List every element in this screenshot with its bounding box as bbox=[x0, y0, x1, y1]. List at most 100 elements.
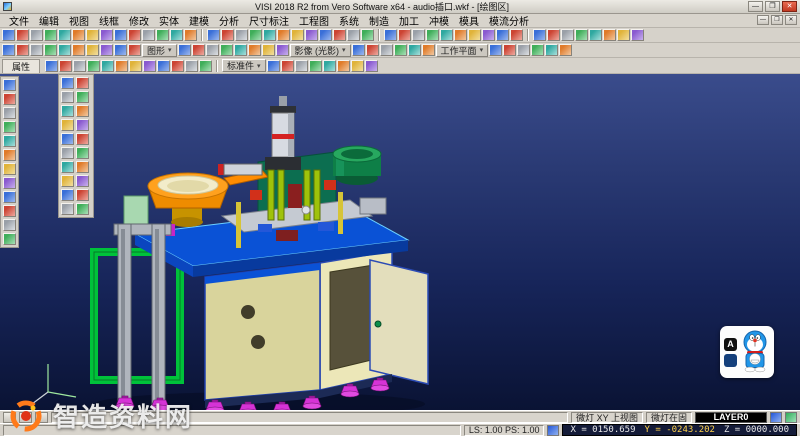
toolbar-icon[interactable] bbox=[319, 29, 332, 41]
toolbar-icon[interactable] bbox=[547, 29, 560, 41]
toolbar-icon[interactable] bbox=[426, 29, 439, 41]
toolbar-icon[interactable] bbox=[291, 29, 304, 41]
toolbar-icon[interactable] bbox=[517, 44, 530, 56]
toolbar-icon[interactable] bbox=[58, 44, 71, 56]
menu-item[interactable]: 文件 bbox=[4, 13, 34, 28]
toolbar-icon[interactable] bbox=[72, 44, 85, 56]
viewport-canvas[interactable]: A bbox=[0, 74, 800, 410]
active-view-field[interactable]: 微灯 XY 上视图 bbox=[571, 412, 643, 423]
menu-item[interactable]: 视图 bbox=[64, 13, 94, 28]
toolbar-icon[interactable] bbox=[408, 44, 421, 56]
toolbar-icon[interactable] bbox=[61, 147, 74, 159]
toolbar-icon[interactable] bbox=[61, 189, 74, 201]
toolbar-icon[interactable] bbox=[44, 44, 57, 56]
toolbar-icon[interactable] bbox=[3, 233, 16, 245]
toolbar-icon[interactable] bbox=[76, 133, 89, 145]
toolbar-icon[interactable] bbox=[170, 29, 183, 41]
toolbar-icon[interactable] bbox=[248, 44, 261, 56]
toolbar-icon[interactable] bbox=[61, 119, 74, 131]
toolbar-icon[interactable] bbox=[86, 29, 99, 41]
toolbar-icon[interactable] bbox=[114, 29, 127, 41]
toolbar-icon[interactable] bbox=[73, 60, 86, 72]
toolbar-icon[interactable] bbox=[221, 29, 234, 41]
toolbar-icon[interactable] bbox=[589, 29, 602, 41]
menu-item[interactable]: 建模 bbox=[184, 13, 214, 28]
toolbar-icon[interactable] bbox=[76, 91, 89, 103]
toolbar-icon[interactable] bbox=[323, 60, 336, 72]
toolbar-icon[interactable] bbox=[277, 29, 290, 41]
toolbar-icon[interactable] bbox=[76, 147, 89, 159]
toolbar-icon[interactable] bbox=[156, 29, 169, 41]
toolbar-icon[interactable] bbox=[16, 44, 29, 56]
toolbar-icon[interactable] bbox=[454, 29, 467, 41]
toolbar-icon[interactable] bbox=[561, 29, 574, 41]
toolbar-icon[interactable] bbox=[184, 29, 197, 41]
toolbar-icon[interactable] bbox=[309, 60, 322, 72]
toolbar-icon[interactable] bbox=[61, 161, 74, 173]
toolbar-icon[interactable] bbox=[3, 135, 16, 147]
menu-item[interactable]: 编辑 bbox=[34, 13, 64, 28]
toolbar-icon[interactable] bbox=[192, 44, 205, 56]
toolbar-icon[interactable] bbox=[58, 29, 71, 41]
toolbar-icon[interactable] bbox=[206, 44, 219, 56]
toolbar-icon[interactable] bbox=[3, 121, 16, 133]
toolbar-icon[interactable] bbox=[30, 44, 43, 56]
toolbar-icon[interactable] bbox=[30, 29, 43, 41]
menu-item[interactable]: 模流分析 bbox=[484, 13, 534, 28]
toolbar-icon[interactable] bbox=[87, 60, 100, 72]
toolbar-icon[interactable] bbox=[3, 191, 16, 203]
toolbar-icon[interactable] bbox=[61, 77, 74, 89]
layer-badge[interactable]: LAYER0 bbox=[695, 412, 767, 423]
workplane-group-dropdown[interactable]: 工作平面 bbox=[436, 44, 489, 57]
toolbar-icon[interactable] bbox=[267, 60, 280, 72]
child-close-button[interactable]: ✕ bbox=[785, 15, 797, 25]
toolbar-icon[interactable] bbox=[559, 44, 572, 56]
toolbar-icon[interactable] bbox=[384, 29, 397, 41]
toolbar-icon[interactable] bbox=[76, 105, 89, 117]
menu-item[interactable]: 模具 bbox=[454, 13, 484, 28]
toolbar-icon[interactable] bbox=[3, 177, 16, 189]
toolbar-icon[interactable] bbox=[199, 60, 212, 72]
toolbar-icon[interactable] bbox=[276, 44, 289, 56]
active-mode-field[interactable]: 微灯在固 bbox=[646, 412, 692, 423]
toolbar-icon[interactable] bbox=[3, 149, 16, 161]
toolbar-icon[interactable] bbox=[61, 175, 74, 187]
toolbar-icon[interactable] bbox=[380, 44, 393, 56]
menu-item[interactable]: 尺寸标注 bbox=[244, 13, 294, 28]
toolbar-icon[interactable] bbox=[76, 175, 89, 187]
toolbar-icon[interactable] bbox=[72, 29, 85, 41]
toolbar-icon[interactable] bbox=[482, 29, 495, 41]
toolbar-icon[interactable] bbox=[207, 29, 220, 41]
toolbar-icon[interactable] bbox=[503, 44, 516, 56]
toolbar-icon[interactable] bbox=[262, 44, 275, 56]
toolbar-icon[interactable] bbox=[305, 29, 318, 41]
toolbar-icon[interactable] bbox=[234, 44, 247, 56]
toolbar-icon[interactable] bbox=[171, 60, 184, 72]
snap-icon[interactable] bbox=[770, 412, 782, 423]
toolbar-icon[interactable] bbox=[631, 29, 644, 41]
toolbar-icon[interactable] bbox=[412, 29, 425, 41]
toolbar-icon[interactable] bbox=[365, 60, 378, 72]
toolbar-icon[interactable] bbox=[533, 29, 546, 41]
minimize-button[interactable]: — bbox=[748, 1, 763, 12]
toolbar-icon[interactable] bbox=[263, 29, 276, 41]
toolbar-icon[interactable] bbox=[347, 29, 360, 41]
menu-item[interactable]: 线框 bbox=[94, 13, 124, 28]
toolbar-icon[interactable] bbox=[76, 77, 89, 89]
toolbar-icon[interactable] bbox=[86, 44, 99, 56]
child-minimize-button[interactable]: — bbox=[757, 15, 769, 25]
toolbar-icon[interactable] bbox=[422, 44, 435, 56]
toolbar-icon[interactable] bbox=[142, 29, 155, 41]
menu-item[interactable]: 实体 bbox=[154, 13, 184, 28]
toolbar-icon[interactable] bbox=[496, 29, 509, 41]
toolbar-icon[interactable] bbox=[398, 29, 411, 41]
toolbar-icon[interactable] bbox=[128, 29, 141, 41]
toolbar-icon[interactable] bbox=[394, 44, 407, 56]
toolbar-icon[interactable] bbox=[115, 60, 128, 72]
menu-item[interactable]: 分析 bbox=[214, 13, 244, 28]
toolbar-icon[interactable] bbox=[617, 29, 630, 41]
toolbar-icon[interactable] bbox=[61, 91, 74, 103]
toolbar-icon[interactable] bbox=[333, 29, 346, 41]
toolbar-icon[interactable] bbox=[143, 60, 156, 72]
toolbar-icon[interactable] bbox=[178, 44, 191, 56]
